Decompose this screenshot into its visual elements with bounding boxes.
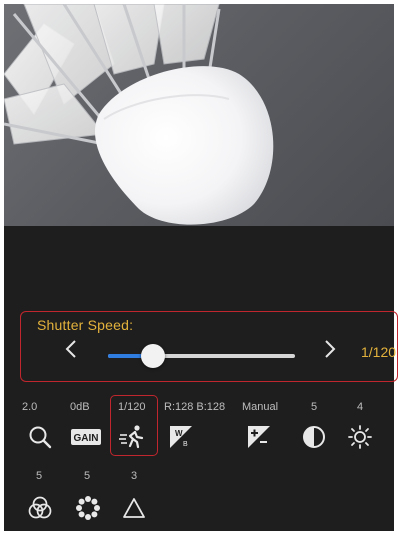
zoom-icon[interactable] (26, 423, 54, 451)
shutter-speed-icon[interactable] (118, 423, 146, 451)
gain-icon[interactable]: GAIN (70, 423, 102, 451)
white-balance-value: R:128 B:128 (164, 401, 226, 413)
gain-value: 0dB (70, 401, 90, 413)
gain-icon-text: GAIN (74, 433, 99, 444)
preview-image (4, 4, 274, 225)
zoom-value: 2.0 (22, 401, 38, 413)
chevron-right-icon[interactable] (320, 338, 340, 364)
brightness-value: 4 (357, 401, 364, 413)
brightness-icon[interactable] (346, 423, 374, 451)
gamma-value: 3 (131, 470, 138, 482)
gamma-icon[interactable] (120, 494, 148, 522)
saturation-value: 5 (36, 470, 43, 482)
slider-thumb[interactable] (140, 344, 165, 368)
camera-preview (4, 4, 394, 226)
svg-text:W: W (175, 429, 183, 438)
camera-app: Shutter Speed: 1/120 2.0 0dB 1/120 R:128… (0, 0, 398, 535)
shutter-speed-slider[interactable] (108, 344, 295, 368)
white-balance-icon[interactable]: W B (167, 423, 195, 451)
shutter-speed-value: 1/120 (361, 344, 397, 360)
chevron-left-icon[interactable] (61, 338, 81, 364)
sharpness-value: 5 (84, 470, 91, 482)
svg-text:B: B (183, 441, 188, 448)
contrast-icon[interactable] (300, 423, 328, 451)
exposure-icon[interactable] (245, 423, 273, 451)
shutter-speed-control: Shutter Speed: 1/120 (20, 311, 398, 382)
saturation-icon[interactable] (26, 494, 54, 522)
shutter-speed-label: Shutter Speed: (37, 317, 134, 333)
exposure-value: Manual (242, 401, 279, 413)
contrast-value: 5 (311, 401, 318, 413)
sharpness-icon[interactable] (74, 494, 102, 522)
